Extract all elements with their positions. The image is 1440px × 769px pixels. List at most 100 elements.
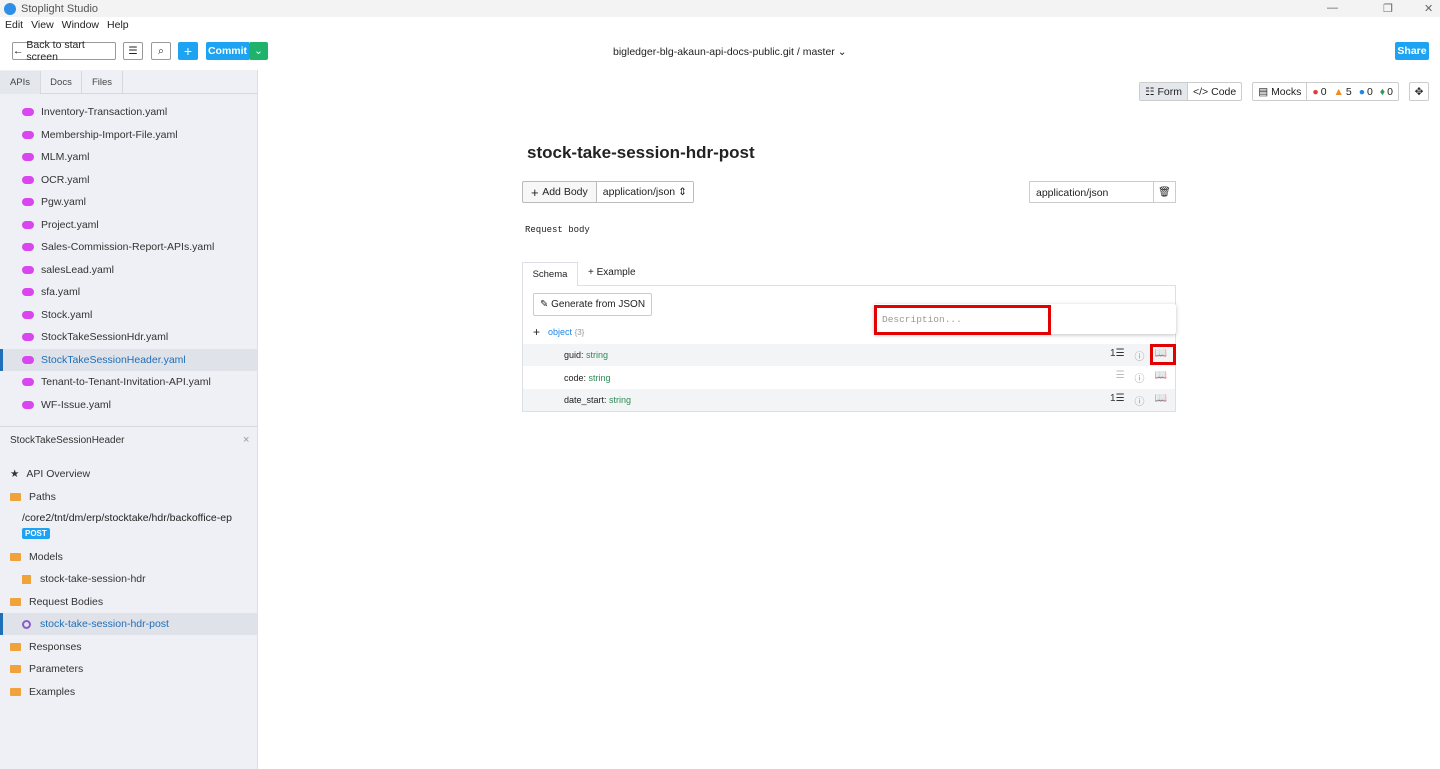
- label: stock-take-session-hdr-post: [40, 618, 169, 630]
- tab-files[interactable]: Files: [82, 71, 123, 94]
- label: Request Bodies: [29, 596, 104, 608]
- add-body-button[interactable]: + Add Body: [523, 182, 596, 202]
- folder-icon: [10, 643, 21, 651]
- repo-branch[interactable]: bigledger-blg-akaun-api-docs-public.git …: [613, 46, 847, 58]
- method-badge: POST: [22, 528, 50, 539]
- form-tab[interactable]: ☷ Form: [1140, 83, 1187, 100]
- file-name: Sales-Commission-Report-APIs.yaml: [41, 241, 215, 253]
- minimize-icon[interactable]: —: [1327, 2, 1338, 14]
- close-panel-icon[interactable]: ×: [243, 434, 249, 446]
- menu-button[interactable]: ☰: [123, 42, 143, 60]
- file-item[interactable]: WF-Issue.yaml: [0, 394, 257, 416]
- file-item[interactable]: MLM.yaml: [0, 146, 257, 168]
- file-item[interactable]: Sales-Commission-Report-APIs.yaml: [0, 236, 257, 258]
- file-item[interactable]: salesLead.yaml: [0, 259, 257, 281]
- label: stock-take-session-hdr: [40, 573, 146, 585]
- property-row[interactable]: code: string ☰ ⓘ 📖: [523, 367, 1175, 389]
- tab-apis[interactable]: APIs: [0, 71, 41, 94]
- file-name: Project.yaml: [41, 218, 99, 231]
- book-icon[interactable]: 📖: [1155, 393, 1167, 408]
- description-input[interactable]: Description...: [874, 305, 1051, 335]
- property-row[interactable]: guid: string 1☰ ⓘ 📖: [523, 344, 1175, 366]
- menu-window[interactable]: Window: [62, 19, 99, 31]
- move-icon: ✥: [1414, 85, 1424, 98]
- menu-help[interactable]: Help: [107, 19, 129, 31]
- content-type-select[interactable]: application/json ⇕: [595, 182, 693, 202]
- value: application/json: [602, 186, 676, 198]
- star-icon: ★: [10, 468, 20, 480]
- restore-icon[interactable]: ❐: [1383, 2, 1393, 15]
- tree-path-item[interactable]: /core2/tnt/dm/erp/stocktake/hdr/backoffi…: [22, 512, 232, 539]
- label: Example: [596, 267, 636, 278]
- move-button[interactable]: ✥: [1409, 82, 1429, 101]
- file-item[interactable]: Membership-Import-File.yaml: [0, 124, 257, 146]
- mocks-button[interactable]: ▤ Mocks: [1253, 83, 1306, 100]
- tree-api-overview[interactable]: ★ API Overview: [0, 463, 257, 485]
- diagnostics[interactable]: ● 0 ▲ 5 ● 0 ♦ 0: [1306, 83, 1398, 100]
- tab-example[interactable]: + Example: [588, 267, 636, 278]
- file-name: Membership-Import-File.yaml: [41, 128, 178, 141]
- delete-button[interactable]: 🗑: [1153, 181, 1176, 203]
- menu-view[interactable]: View: [31, 19, 54, 31]
- book-icon[interactable]: 📖: [1155, 370, 1167, 385]
- info-icon[interactable]: ⓘ: [1135, 393, 1145, 408]
- cloud-icon: [22, 310, 34, 319]
- add-button[interactable]: +: [178, 42, 198, 60]
- tree-request-bodies[interactable]: Request Bodies: [0, 591, 257, 613]
- info-icon[interactable]: ⓘ: [1135, 370, 1145, 385]
- info-icon: ●: [1358, 85, 1366, 98]
- description-text: Request body: [525, 225, 590, 235]
- tree-parameters[interactable]: Parameters: [0, 658, 257, 680]
- hint-count: 0: [1387, 85, 1393, 98]
- hamburger-icon: ☰: [128, 45, 138, 57]
- generate-from-json-button[interactable]: ✎ Generate from JSON: [533, 293, 652, 316]
- highlight-box: [1150, 344, 1176, 365]
- view-bar: ☷ Form </> Code ▤ Mocks ● 0 ▲ 5 ● 0 ♦ 0 ✥: [1139, 82, 1429, 101]
- validations-button[interactable]: 1☰: [1110, 348, 1125, 363]
- validations-button[interactable]: 1☰: [1110, 393, 1125, 408]
- commit-dropdown[interactable]: ⌄: [249, 42, 268, 60]
- label: API Overview: [26, 468, 91, 480]
- error-icon: ●: [1312, 85, 1319, 98]
- menu-edit[interactable]: Edit: [5, 19, 23, 31]
- commit-button[interactable]: Commit: [206, 42, 249, 60]
- tab-docs[interactable]: Docs: [41, 71, 82, 94]
- file-item[interactable]: Inventory-Transaction.yaml: [0, 101, 257, 123]
- cloud-icon: [22, 153, 34, 161]
- label: Generate from JSON: [551, 299, 646, 310]
- file-item[interactable]: sfa.yaml: [0, 281, 257, 303]
- tree-model-item[interactable]: stock-take-session-hdr: [0, 568, 257, 590]
- code-tab[interactable]: </> Code: [1187, 83, 1241, 100]
- sort-icon: ⇕: [678, 186, 687, 198]
- back-button[interactable]: ← Back to start screen: [12, 39, 116, 63]
- file-item[interactable]: Pgw.yaml: [0, 191, 257, 213]
- tree-examples[interactable]: Examples: [0, 681, 257, 703]
- list-icon: ☰: [1115, 347, 1125, 359]
- tree-request-body-item[interactable]: stock-take-session-hdr-post: [0, 613, 257, 635]
- file-item[interactable]: Tenant-to-Tenant-Invitation-API.yaml: [0, 371, 257, 393]
- validations-button[interactable]: ☰: [1116, 370, 1125, 385]
- file-name: sfa.yaml: [41, 286, 81, 298]
- add-body-group: + Add Body application/json ⇕: [522, 181, 694, 203]
- label: Form: [1157, 85, 1183, 98]
- plus-icon: +: [531, 184, 543, 200]
- tree-models[interactable]: Models: [0, 546, 257, 568]
- file-item[interactable]: StockTakeSessionHdr.yaml: [0, 326, 257, 348]
- tab-schema[interactable]: Schema: [522, 262, 578, 286]
- tree-responses[interactable]: Responses: [0, 636, 257, 658]
- close-window-icon[interactable]: ✕: [1424, 2, 1433, 15]
- label: Models: [29, 551, 63, 563]
- file-item[interactable]: OCR.yaml: [0, 169, 257, 191]
- share-button[interactable]: Share: [1395, 42, 1429, 60]
- tree-paths[interactable]: Paths: [0, 486, 257, 508]
- file-item[interactable]: Project.yaml: [0, 214, 257, 236]
- media-type-input[interactable]: application/json: [1029, 181, 1154, 203]
- view-toggle: ☷ Form </> Code: [1139, 82, 1243, 101]
- file-item[interactable]: Stock.yaml: [0, 304, 257, 326]
- search-button[interactable]: ⌕: [151, 42, 171, 60]
- file-item[interactable]: StockTakeSessionHeader.yaml: [0, 348, 257, 371]
- info-icon[interactable]: ⓘ: [1135, 348, 1145, 363]
- error-count: 0: [1320, 85, 1327, 98]
- label: Responses: [29, 641, 82, 653]
- property-row[interactable]: date_start: string 1☰ ⓘ 📖: [523, 389, 1175, 411]
